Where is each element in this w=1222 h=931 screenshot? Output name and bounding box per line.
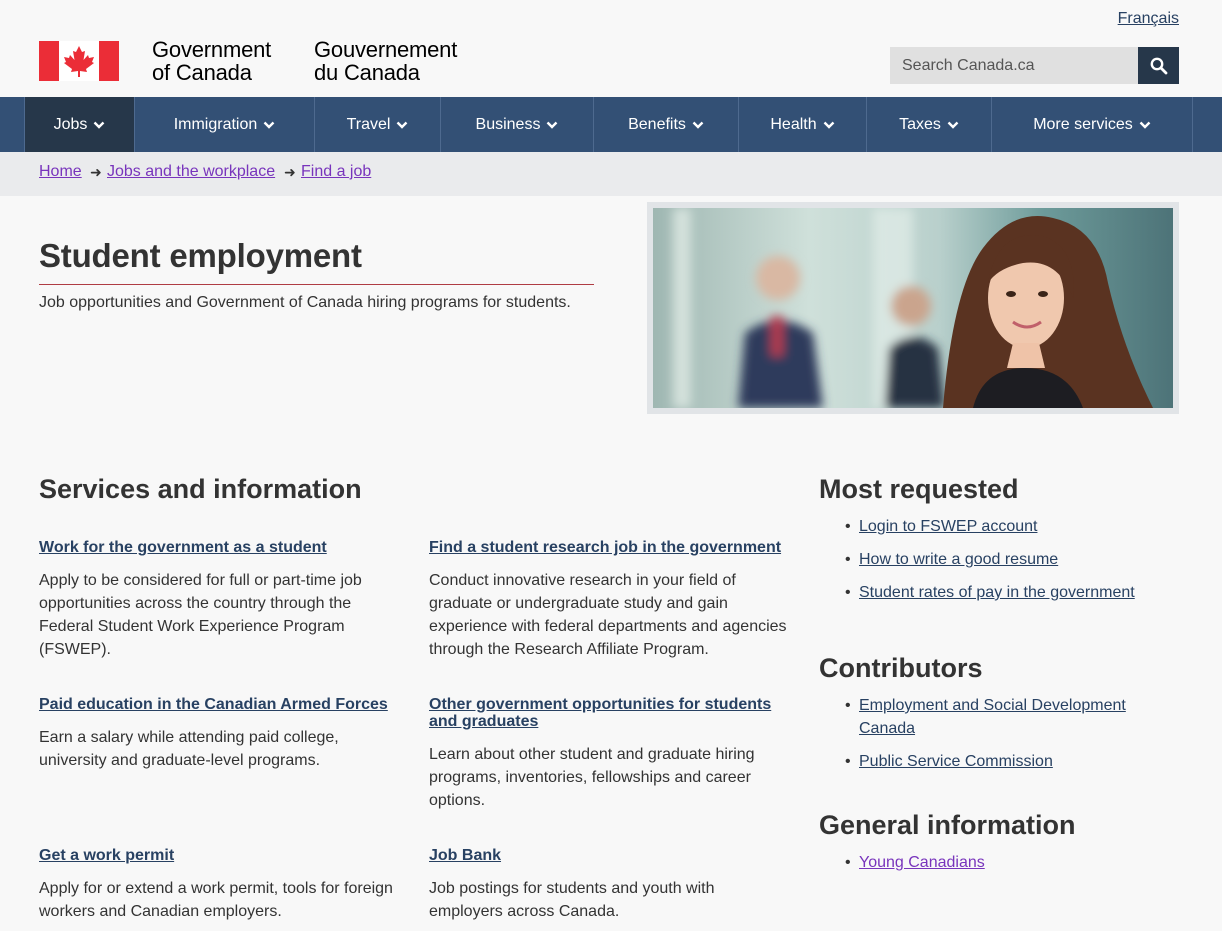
service-link[interactable]: Other government opportunities for stude… xyxy=(429,696,789,730)
main-menu: Jobs Immigration Travel Business Benefit… xyxy=(0,97,1222,152)
service-description: Earn a salary while attending paid colle… xyxy=(39,729,339,769)
list-item: Employment and Social Development Canada xyxy=(840,694,1160,740)
contributor-link[interactable]: Employment and Social Development Canada xyxy=(859,697,1126,737)
site-header: Français Government of Canada Gouverneme… xyxy=(0,0,1222,97)
service-description: Learn about other student and graduate h… xyxy=(429,746,755,809)
breadcrumb-arrow-icon: ➜ xyxy=(90,164,102,180)
most-requested-heading: Most requested xyxy=(819,474,1019,504)
list-item: Public Service Commission xyxy=(840,750,1160,773)
page-lead: Job opportunities and Government of Cana… xyxy=(39,294,571,311)
chevron-down-icon xyxy=(94,121,105,129)
service-link[interactable]: Job Bank xyxy=(429,847,789,864)
wordmark-en-line1: Government xyxy=(152,37,272,62)
menu-item-taxes[interactable]: Taxes xyxy=(867,97,992,152)
menu-item-label: Jobs xyxy=(53,115,88,133)
chevron-down-icon xyxy=(947,121,959,129)
page-title: Student employment xyxy=(39,237,362,274)
menu-item-travel[interactable]: Travel xyxy=(315,97,441,152)
chevron-down-icon xyxy=(1139,121,1151,129)
service-item: Find a student research job in the gover… xyxy=(429,539,789,661)
chevron-down-icon xyxy=(692,121,704,129)
service-description: Apply to be considered for full or part-… xyxy=(39,572,362,658)
language-toggle-link[interactable]: Français xyxy=(1118,10,1179,28)
chevron-down-icon xyxy=(547,121,558,129)
list-item: Student rates of pay in the government xyxy=(840,581,1160,604)
service-link[interactable]: Paid education in the Canadian Armed For… xyxy=(39,696,399,713)
menu-item-jobs[interactable]: Jobs xyxy=(24,97,135,152)
hero-image-frame xyxy=(647,202,1179,414)
most-requested-list: Login to FSWEP account How to write a go… xyxy=(840,515,1160,614)
student-portrait-image xyxy=(653,208,1173,408)
service-description: Apply for or extend a work permit, tools… xyxy=(39,880,393,920)
magnifier-icon xyxy=(1150,57,1167,74)
menu-item-label: Benefits xyxy=(628,115,686,133)
breadcrumb-jobs-workplace-link[interactable]: Jobs and the workplace xyxy=(107,163,275,181)
menu-item-label: Business xyxy=(475,115,541,133)
breadcrumb-find-job-link[interactable]: Find a job xyxy=(301,163,371,181)
menu-item-label: More services xyxy=(1033,115,1133,133)
contributor-link[interactable]: Public Service Commission xyxy=(859,753,1053,770)
general-information-list: Young Canadians xyxy=(840,851,1160,884)
list-item: How to write a good resume xyxy=(840,548,1160,571)
service-item: Work for the government as a student App… xyxy=(39,539,399,661)
menu-item-benefits[interactable]: Benefits xyxy=(594,97,739,152)
service-item: Get a work permit Apply for or extend a … xyxy=(39,847,399,923)
search-form xyxy=(890,47,1179,84)
general-information-link[interactable]: Young Canadians xyxy=(859,854,985,871)
chevron-down-icon xyxy=(397,121,408,129)
breadcrumb-home-link[interactable]: Home xyxy=(39,163,82,181)
menu-item-label: Taxes xyxy=(899,115,941,133)
general-information-heading: General information xyxy=(819,810,1076,840)
search-button[interactable] xyxy=(1138,47,1179,84)
chevron-down-icon xyxy=(823,121,834,129)
service-description: Conduct innovative research in your fiel… xyxy=(429,572,787,658)
breadcrumb: Home ➜ Jobs and the workplace ➜ Find a j… xyxy=(0,152,1222,196)
service-item: Other government opportunities for stude… xyxy=(429,696,789,812)
contributors-heading: Contributors xyxy=(819,653,983,683)
service-link[interactable]: Find a student research job in the gover… xyxy=(429,539,789,556)
service-description: Job postings for students and youth with… xyxy=(429,880,715,920)
list-item: Young Canadians xyxy=(840,851,1160,874)
contributors-list: Employment and Social Development Canada… xyxy=(840,694,1160,783)
service-item: Job Bank Job postings for students and y… xyxy=(429,847,789,923)
most-requested-link[interactable]: Login to FSWEP account xyxy=(859,518,1037,535)
hero-photo xyxy=(653,208,1173,408)
government-wordmark-en[interactable]: Government of Canada xyxy=(152,38,271,84)
menu-item-immigration[interactable]: Immigration xyxy=(135,97,315,152)
menu-item-label: Immigration xyxy=(173,115,258,133)
list-item: Login to FSWEP account xyxy=(840,515,1160,538)
most-requested-link[interactable]: Student rates of pay in the government xyxy=(859,584,1135,601)
service-item: Paid education in the Canadian Armed For… xyxy=(39,696,399,772)
menu-item-health[interactable]: Health xyxy=(739,97,867,152)
wordmark-fr-line1: Gouvernement xyxy=(314,37,458,62)
title-underline xyxy=(39,284,594,285)
breadcrumb-arrow-icon: ➜ xyxy=(284,164,296,180)
menu-item-business[interactable]: Business xyxy=(441,97,594,152)
menu-item-label: Travel xyxy=(346,115,391,133)
government-wordmark-fr[interactable]: Gouvernement du Canada xyxy=(314,38,457,84)
menu-item-more-services[interactable]: More services xyxy=(992,97,1193,152)
wordmark-fr-line2: du Canada xyxy=(314,60,420,85)
most-requested-link[interactable]: How to write a good resume xyxy=(859,551,1058,568)
canada-flag-icon[interactable] xyxy=(39,41,119,81)
search-input[interactable] xyxy=(890,47,1138,84)
service-link[interactable]: Get a work permit xyxy=(39,847,399,864)
services-heading: Services and information xyxy=(39,474,362,504)
menu-item-label: Health xyxy=(770,115,817,133)
wordmark-en-line2: of Canada xyxy=(152,60,252,85)
chevron-down-icon xyxy=(263,121,275,129)
service-link[interactable]: Work for the government as a student xyxy=(39,539,399,556)
